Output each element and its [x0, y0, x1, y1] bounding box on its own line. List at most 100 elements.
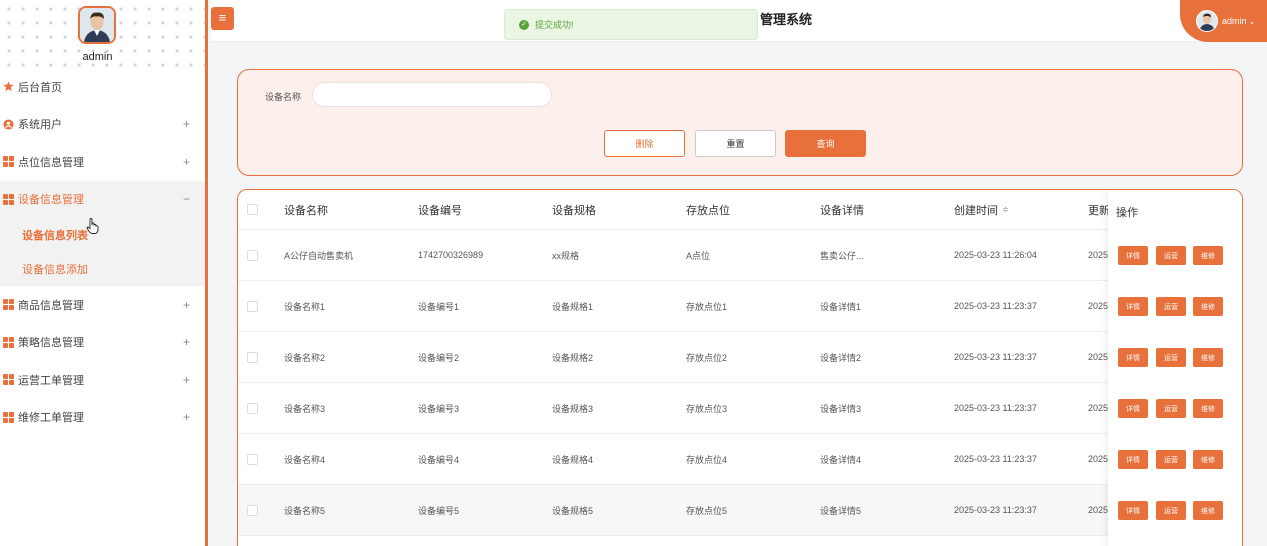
avatar-image [80, 8, 114, 42]
expand-icon[interactable]: + [183, 155, 190, 169]
column-header: 更新 [1088, 204, 1108, 217]
expand-icon[interactable]: + [183, 117, 190, 131]
column-header-label: 创建时间 [954, 204, 998, 217]
details-button[interactable]: 详情 [1118, 297, 1148, 316]
table-cell: 售卖公仔... [820, 250, 864, 261]
operate-button[interactable]: 运营 [1156, 399, 1186, 418]
table-row[interactable]: 设备名称4 设备编号4 设备规格4 存放点位4 设备详情4 2025-03-23 11:2… [238, 434, 1242, 485]
sidebar-item-strategy[interactable]: 策略信息管理 + [0, 324, 205, 362]
table-cell: 设备名称3 [284, 403, 326, 414]
sidebar-item-device[interactable]: 设备信息管理 − [0, 180, 205, 218]
table-cell: 2025 [1088, 250, 1108, 260]
select-all-checkbox[interactable] [247, 190, 258, 229]
operate-button[interactable]: 运营 [1156, 297, 1186, 316]
sidebar-subitem-device-add[interactable]: 设备信息添加 [0, 252, 205, 286]
repair-button[interactable]: 维修 [1193, 297, 1223, 316]
repair-button[interactable]: 维修 [1193, 501, 1223, 520]
expand-icon[interactable]: + [183, 373, 190, 387]
sidebar-item-label: 策略信息管理 [18, 337, 84, 350]
table-cell: 存放点位3 [686, 403, 728, 414]
grid-icon [3, 193, 14, 205]
row-checkbox[interactable] [247, 332, 258, 382]
row-checkbox[interactable] [247, 434, 258, 484]
repair-button[interactable]: 维修 [1193, 348, 1223, 367]
grid-icon [3, 299, 14, 311]
expand-icon[interactable]: + [183, 335, 190, 349]
sidebar-item-goods[interactable]: 商品信息管理 + [0, 286, 205, 324]
check-circle-icon: ✓ [519, 19, 529, 30]
column-header-created[interactable]: 创建时间 ≑ [954, 190, 1009, 229]
expand-icon[interactable]: + [183, 298, 190, 312]
delete-button[interactable]: 删除 [604, 130, 685, 157]
table-cell: 1742700326989 [418, 250, 484, 260]
search-panel: 设备名称 删除 重置 查询 [237, 69, 1243, 176]
device-name-input[interactable] [312, 82, 552, 107]
user-menu[interactable]: admin ⌄ [1180, 0, 1267, 42]
table-row[interactable]: 设备名称3 设备编号3 设备规格3 存放点位3 设备详情3 2025-03-23 11:2… [238, 383, 1242, 434]
table-cell: 设备名称4 [284, 454, 326, 465]
device-table: 设备名称 设备编号 设备规格 存放点位 设备详情 创建时间 ≑ 更新 A公仔自动… [237, 189, 1243, 546]
table-header: 设备名称 设备编号 设备规格 存放点位 设备详情 创建时间 ≑ 更新 [238, 190, 1242, 230]
row-checkbox[interactable] [247, 230, 258, 280]
table-cell: 2025-03-23 11:23:37 [954, 454, 1037, 464]
sidebar-item-ops-orders[interactable]: 运营工单管理 + [0, 361, 205, 399]
table-cell: 设备名称1 [284, 301, 326, 312]
details-button[interactable]: 详情 [1118, 399, 1148, 418]
table-row[interactable]: 设备名称2 设备编号2 设备规格2 存放点位2 设备详情2 2025-03-23 11:2… [238, 332, 1242, 383]
column-header: 设备详情 [820, 204, 864, 217]
row-checkbox[interactable] [247, 383, 258, 433]
table-row[interactable]: 设备名称5 设备编号5 设备规格5 存放点位5 设备详情5 2025-03-23 11:2… [238, 485, 1242, 536]
sort-icon[interactable]: ≑ [1002, 205, 1009, 214]
row-checkbox[interactable] [247, 485, 258, 535]
details-button[interactable]: 详情 [1118, 246, 1148, 265]
user-avatar[interactable] [78, 6, 116, 44]
column-header: 操作 [1116, 207, 1138, 219]
table-cell: 2025 [1088, 505, 1108, 515]
repair-button[interactable]: 维修 [1193, 399, 1223, 418]
sidebar-item-home[interactable]: 后台首页 [0, 68, 205, 106]
table-cell: 设备名称2 [284, 352, 326, 363]
details-button[interactable]: 详情 [1118, 348, 1148, 367]
reset-button[interactable]: 重置 [695, 130, 776, 157]
expand-icon[interactable]: + [183, 410, 190, 424]
table-cell: 2025 [1088, 454, 1108, 464]
table-cell: 2025-03-23 11:26:04 [954, 250, 1037, 260]
table-cell: 设备规格3 [552, 403, 594, 414]
user-avatar-small [1196, 10, 1218, 32]
repair-button[interactable]: 维修 [1193, 450, 1223, 469]
row-checkbox[interactable] [247, 281, 258, 331]
table-row[interactable]: A公仔自动售卖机 1742700326989 xx规格 A点位 售卖公仔... 2025-… [238, 230, 1242, 281]
table-cell: 设备编号5 [418, 505, 460, 516]
operate-button[interactable]: 运营 [1156, 246, 1186, 265]
success-toast: ✓ 提交成功! [504, 9, 758, 40]
sidebar-item-system-users[interactable]: 系统用户 + [0, 106, 205, 144]
chevron-down-icon: ⌄ [1248, 16, 1256, 26]
column-header: 存放点位 [686, 204, 730, 217]
table-cell: 2025-03-23 11:23:37 [954, 505, 1037, 515]
operate-button[interactable]: 运营 [1156, 450, 1186, 469]
table-cell: A公仔自动售卖机 [284, 250, 354, 261]
operate-button[interactable]: 运营 [1156, 501, 1186, 520]
repair-button[interactable]: 维修 [1193, 246, 1223, 265]
operate-button[interactable]: 运营 [1156, 348, 1186, 367]
table-row[interactable]: 设备名称1 设备编号1 设备规格1 存放点位1 设备详情1 2025-03-23 11:2… [238, 281, 1242, 332]
collapse-icon[interactable]: − [183, 192, 190, 206]
sidebar-item-label: 运营工单管理 [18, 374, 84, 387]
grid-icon [3, 336, 14, 348]
sidebar-item-repair-orders[interactable]: 维修工单管理 + [0, 399, 205, 437]
table-cell: 设备详情1 [820, 301, 862, 312]
sidebar-subitem-device-list[interactable]: 设备信息列表 [0, 218, 205, 252]
details-button[interactable]: 详情 [1118, 450, 1148, 469]
sidebar-item-location[interactable]: 点位信息管理 + [0, 143, 205, 181]
table-cell: 设备编号2 [418, 352, 460, 363]
details-button[interactable]: 详情 [1118, 501, 1148, 520]
query-button[interactable]: 查询 [785, 130, 866, 157]
avatar-image [1197, 11, 1217, 31]
table-cell: 设备详情5 [820, 505, 862, 516]
menu-toggle-button[interactable]: ≡ [211, 7, 234, 30]
sidebar-item-label: 商品信息管理 [18, 299, 84, 312]
table-cell: 设备规格1 [552, 301, 594, 312]
toast-message: 提交成功! [535, 20, 574, 30]
user-icon [3, 119, 14, 130]
table-cell: 设备编号4 [418, 454, 460, 465]
